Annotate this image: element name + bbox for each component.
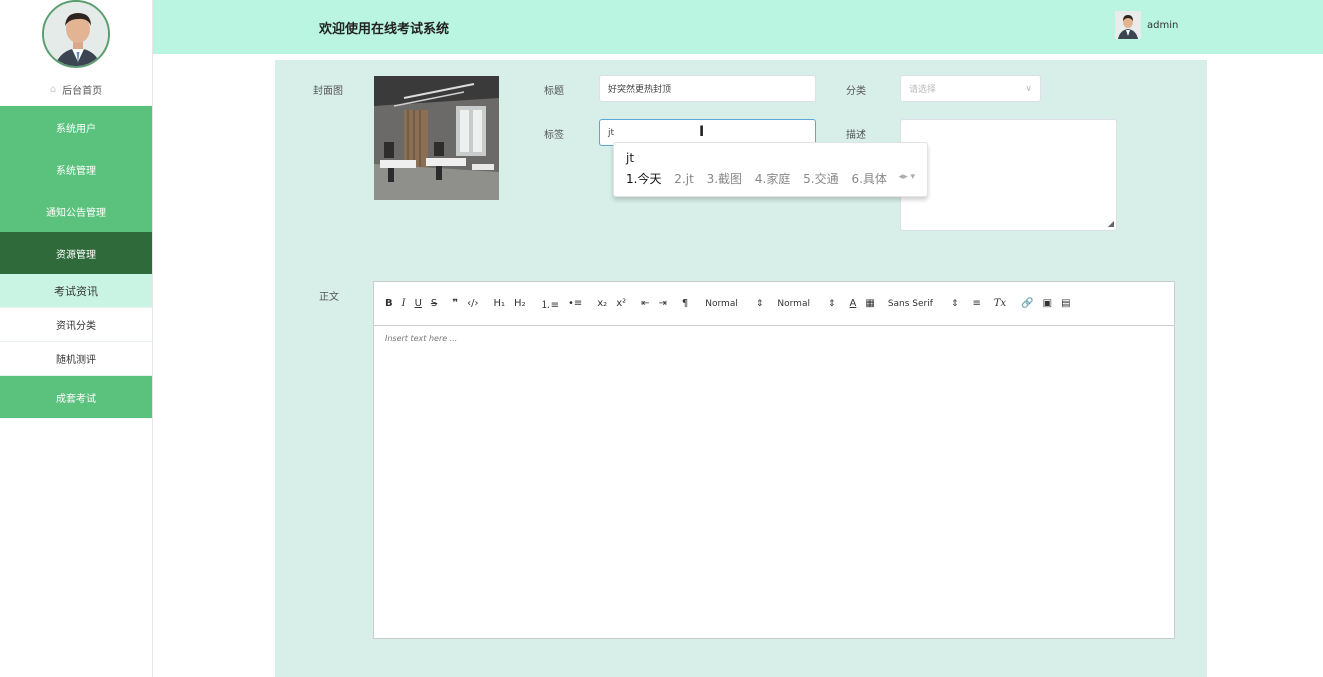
background-color-button[interactable]: ▦ bbox=[865, 298, 874, 309]
ime-candidate-popup: jt 1.今天 2.jt 3.截图 4.家庭 5.交通 6.具体 ◂▸ ▾ bbox=[613, 142, 928, 197]
size-select[interactable]: Normal ⇕ bbox=[705, 299, 763, 309]
title-input[interactable]: 好突然更热封顶 bbox=[599, 75, 816, 102]
subscript-button[interactable]: x₂ bbox=[597, 298, 607, 309]
editor-toolbar: B I U S ❞ ‹/› H₁ H₂ ⒈≡ •≡ x₂ x² ⇤ ⇥ ¶ No… bbox=[374, 282, 1174, 326]
cover-label: 封面图 bbox=[313, 86, 343, 97]
select-updown-icon: ⇕ bbox=[827, 298, 836, 309]
description-label: 描述 bbox=[846, 130, 866, 141]
sidebar-subitem-label: 资讯分类 bbox=[56, 321, 96, 332]
ime-candidate[interactable]: 3.截图 bbox=[707, 172, 742, 186]
sidebar-item-home[interactable]: ⌂ 后台首页 bbox=[0, 72, 152, 106]
video-button[interactable]: ▤ bbox=[1061, 298, 1070, 309]
bullet-list-button[interactable]: •≡ bbox=[568, 298, 582, 309]
sidebar-subitem-label: 考试资讯 bbox=[54, 284, 98, 298]
editor-content-area[interactable]: Insert text here ... bbox=[374, 326, 1174, 351]
ime-candidate[interactable]: 4.家庭 bbox=[755, 172, 790, 186]
text-color-button[interactable]: A bbox=[850, 298, 857, 309]
italic-button[interactable]: I bbox=[402, 298, 406, 309]
page-title: 欢迎使用在线考试系统 bbox=[319, 22, 450, 37]
sidebar-item-system-management[interactable]: 系统管理 bbox=[0, 148, 152, 190]
category-label: 分类 bbox=[846, 86, 866, 97]
office-photo-icon bbox=[374, 76, 499, 200]
select-updown-icon: ⇕ bbox=[755, 298, 764, 309]
sidebar-item-full-exam[interactable]: 成套考试 bbox=[0, 376, 152, 418]
blockquote-button[interactable]: ❞ bbox=[452, 298, 458, 309]
cover-image[interactable] bbox=[374, 76, 499, 200]
body-label: 正文 bbox=[319, 292, 339, 303]
indent-button[interactable]: ⇥ bbox=[659, 298, 667, 309]
ime-candidate[interactable]: 5.交通 bbox=[803, 172, 838, 186]
link-button[interactable]: 🔗 bbox=[1021, 298, 1033, 309]
sidebar-item-system-users[interactable]: 系统用户 bbox=[0, 106, 152, 148]
ordered-list-button[interactable]: ⒈≡ bbox=[541, 296, 559, 311]
resize-grip-icon[interactable]: ◢ bbox=[1108, 219, 1114, 228]
ime-candidate-list: 1.今天 2.jt 3.截图 4.家庭 5.交通 6.具体 bbox=[626, 170, 896, 187]
category-select-placeholder: 请选择 bbox=[909, 85, 937, 95]
avatar-portrait-icon bbox=[44, 2, 108, 66]
rich-text-editor: B I U S ❞ ‹/› H₁ H₂ ⒈≡ •≡ x₂ x² ⇤ ⇥ ¶ No… bbox=[373, 281, 1175, 639]
user-avatar-icon bbox=[1115, 11, 1141, 39]
sidebar-avatar-area bbox=[0, 0, 152, 72]
header-2-button[interactable]: H₂ bbox=[514, 298, 526, 309]
sidebar-item-label: 系统管理 bbox=[56, 165, 96, 177]
ime-candidate[interactable]: 1.今天 bbox=[626, 172, 661, 186]
ime-candidate[interactable]: 6.具体 bbox=[851, 172, 886, 186]
tags-input-value: jt bbox=[608, 127, 615, 138]
sidebar-subitem-exam-news[interactable]: 考试资讯 bbox=[0, 274, 152, 308]
font-select[interactable]: Sans Serif ⇕ bbox=[888, 299, 959, 309]
home-icon: ⌂ bbox=[49, 83, 57, 95]
sidebar-item-resource-management[interactable]: 资源管理 bbox=[0, 232, 152, 274]
title-input-value: 好突然更热封顶 bbox=[608, 85, 672, 95]
avatar[interactable] bbox=[42, 0, 110, 68]
description-textarea[interactable]: ◢ bbox=[900, 119, 1117, 231]
sidebar-subitem-news-category[interactable]: 资讯分类 bbox=[0, 308, 152, 342]
sidebar-item-label: 资源管理 bbox=[56, 249, 96, 261]
header-1-button[interactable]: H₁ bbox=[494, 298, 506, 309]
app-root: ⌂ 后台首页 系统用户 系统管理 通知公告管理 资源管理 考试资讯 资讯分类 随… bbox=[0, 0, 1323, 677]
sidebar-item-label: 系统用户 bbox=[56, 123, 96, 135]
title-label: 标题 bbox=[544, 86, 564, 97]
sidebar-subitem-label: 随机测评 bbox=[56, 355, 96, 366]
top-header: 欢迎使用在线考试系统 admin bbox=[153, 0, 1323, 54]
image-button[interactable]: ▣ bbox=[1043, 298, 1052, 309]
ime-candidate[interactable]: 2.jt bbox=[674, 172, 694, 186]
clean-format-button[interactable]: Tx bbox=[994, 298, 1006, 309]
sidebar-home-label: 后台首页 bbox=[62, 85, 103, 97]
user-menu[interactable]: admin bbox=[1115, 11, 1178, 39]
size-select-value: Normal bbox=[705, 298, 738, 309]
header-select-value: Normal bbox=[777, 298, 810, 309]
editor-placeholder: Insert text here ... bbox=[385, 334, 458, 343]
outdent-button[interactable]: ⇤ bbox=[641, 298, 649, 309]
font-select-value: Sans Serif bbox=[887, 298, 933, 309]
ime-page-arrows-icon[interactable]: ◂▸ ▾ bbox=[899, 172, 915, 182]
superscript-button[interactable]: x² bbox=[616, 298, 626, 309]
form-panel: 封面图 标题 好突然更热封顶 分类 请选择 ∨ 标签 jt 描述 ◢ I jt … bbox=[275, 60, 1207, 677]
sidebar-item-label: 通知公告管理 bbox=[46, 207, 106, 219]
code-block-button[interactable]: ‹/› bbox=[467, 298, 478, 309]
ime-composition: jt bbox=[626, 151, 635, 165]
bold-button[interactable]: B bbox=[385, 298, 393, 309]
sidebar-item-label: 成套考试 bbox=[56, 393, 96, 405]
user-avatar[interactable] bbox=[1115, 11, 1141, 39]
sidebar-item-notice-management[interactable]: 通知公告管理 bbox=[0, 190, 152, 232]
sidebar: ⌂ 后台首页 系统用户 系统管理 通知公告管理 资源管理 考试资讯 资讯分类 随… bbox=[0, 0, 153, 677]
header-select[interactable]: Normal ⇕ bbox=[777, 299, 835, 309]
category-select[interactable]: 请选择 ∨ bbox=[900, 75, 1041, 102]
align-button[interactable]: ≡ bbox=[972, 298, 980, 309]
tags-label: 标签 bbox=[544, 130, 564, 141]
username: admin bbox=[1147, 19, 1179, 31]
strike-button[interactable]: S bbox=[431, 298, 437, 309]
text-direction-button[interactable]: ¶ bbox=[682, 298, 688, 309]
select-updown-icon: ⇕ bbox=[950, 298, 959, 309]
chevron-down-icon: ∨ bbox=[1025, 84, 1032, 94]
underline-button[interactable]: U bbox=[415, 298, 422, 309]
text-cursor-icon: I bbox=[699, 124, 705, 140]
sidebar-subitem-random-test[interactable]: 随机测评 bbox=[0, 342, 152, 376]
